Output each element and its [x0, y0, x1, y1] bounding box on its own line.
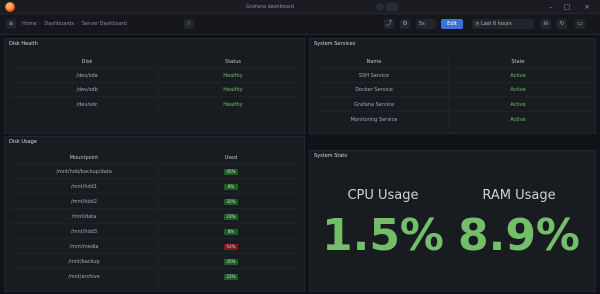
breadcrumb-dashboards[interactable]: Dashboards	[44, 21, 74, 27]
column-header-status[interactable]: Status	[213, 59, 253, 65]
panel-title: Disk Health	[9, 41, 38, 47]
minimize-button[interactable]: –	[546, 2, 556, 12]
ram-usage-label: RAM Usage	[482, 188, 556, 203]
usage-badge: 22%	[224, 274, 238, 280]
panel-disk-health[interactable]: Disk Health Disk Status /dev/sda Healthy…	[4, 38, 305, 134]
star-icon[interactable]: ☆	[184, 19, 194, 29]
status-badge: Active	[510, 102, 526, 108]
panel-title: System Stats	[314, 153, 347, 159]
table-cell-service: Monitoring Service	[350, 117, 398, 123]
usage-badge: 45%	[224, 169, 238, 175]
table-cell-mountpoint: /mnt/data	[71, 214, 97, 220]
panel-system-services[interactable]: System Services Name State SSH Service A…	[309, 38, 596, 134]
table-cell-mountpoint: /mnt/archive	[68, 274, 100, 280]
table-cell-mountpoint: /mnt/media	[69, 244, 99, 250]
dashboard-toolbar: ≡ Home › Dashboards › Server Dashboard ☆ ⤴…	[0, 14, 600, 35]
table-cell-mountpoint: /mnt/hdd/backup/data	[56, 169, 112, 175]
edit-button[interactable]: Edit	[441, 19, 463, 29]
zoom-out-icon[interactable]: ⊖	[541, 19, 551, 29]
table-cell-disk: /dev/sdb	[76, 87, 98, 93]
column-header-disk[interactable]: Disk	[67, 59, 107, 65]
panel-disk-usage[interactable]: Disk Usage Mountpoint Used /mnt/hdd/back…	[4, 136, 305, 292]
table-cell-mountpoint: /mnt/backup	[68, 259, 100, 265]
tv-icon[interactable]: ▭	[575, 19, 585, 29]
breadcrumb-current[interactable]: Server Dashboard	[82, 21, 127, 27]
usage-badge-critical: 92%	[224, 244, 238, 250]
cpu-usage-label: CPU Usage	[347, 188, 419, 203]
maximize-button[interactable]: □	[562, 2, 572, 12]
table-cell-mountpoint: /mnt/hdd1	[70, 184, 98, 190]
window-title: Grafana dashboard	[245, 4, 295, 10]
status-badge: Healthy	[223, 87, 243, 93]
table-cell-mountpoint: /mnt/hdd3	[70, 229, 98, 235]
column-header-used[interactable]: Used	[215, 155, 247, 161]
notification-icon[interactable]	[376, 3, 384, 11]
time-range-label: Last 6 hours	[480, 21, 512, 27]
cpu-usage-value: 1.5%	[321, 210, 445, 261]
panel-title: Disk Usage	[9, 139, 37, 145]
menu-icon[interactable]: ≡	[6, 19, 16, 29]
status-badge: Active	[510, 87, 526, 93]
table-cell-service: SSH Service	[358, 73, 390, 79]
table-cell-disk: /dev/sda	[76, 73, 98, 79]
help-icon[interactable]	[386, 3, 398, 11]
refresh-icon[interactable]: ↻	[557, 19, 567, 29]
usage-badge: 32%	[224, 199, 238, 205]
title-bar: Grafana dashboard – □ ×	[0, 0, 600, 14]
usage-badge: 35%	[224, 259, 238, 265]
refresh-interval-picker[interactable]: 5s	[416, 19, 436, 29]
column-header-name[interactable]: Name	[352, 59, 396, 65]
breadcrumb-home[interactable]: Home	[22, 21, 37, 27]
usage-badge: 23%	[224, 214, 238, 220]
close-button[interactable]: ×	[582, 2, 592, 12]
table-cell-disk: /dev/sdc	[76, 102, 98, 108]
panel-title: System Services	[314, 41, 356, 47]
time-range-picker[interactable]: ◷ Last 6 hours	[472, 19, 534, 29]
usage-badge: 8%	[224, 184, 238, 190]
table-cell-service: Grafana Service	[353, 102, 395, 108]
settings-icon[interactable]: ⚙	[400, 19, 410, 29]
panel-system-stats[interactable]: System Stats CPU Usage 1.5% RAM Usage 8.…	[309, 150, 596, 292]
ram-usage-value: 8.9%	[457, 210, 581, 261]
column-header-state[interactable]: State	[498, 59, 538, 65]
status-badge: Active	[510, 117, 526, 123]
breadcrumb: Home › Dashboards › Server Dashboard	[22, 21, 127, 27]
status-badge: Active	[510, 73, 526, 79]
table-cell-mountpoint: /mnt/hdd2	[70, 199, 98, 205]
status-badge: Healthy	[223, 102, 243, 108]
share-icon[interactable]: ⤴	[384, 19, 394, 29]
table-cell-service: Docker Service	[355, 87, 393, 93]
usage-badge: 8%	[224, 229, 238, 235]
column-header-mountpoint[interactable]: Mountpoint	[53, 155, 115, 161]
status-badge: Healthy	[223, 73, 243, 79]
grafana-logo-icon	[5, 2, 15, 12]
